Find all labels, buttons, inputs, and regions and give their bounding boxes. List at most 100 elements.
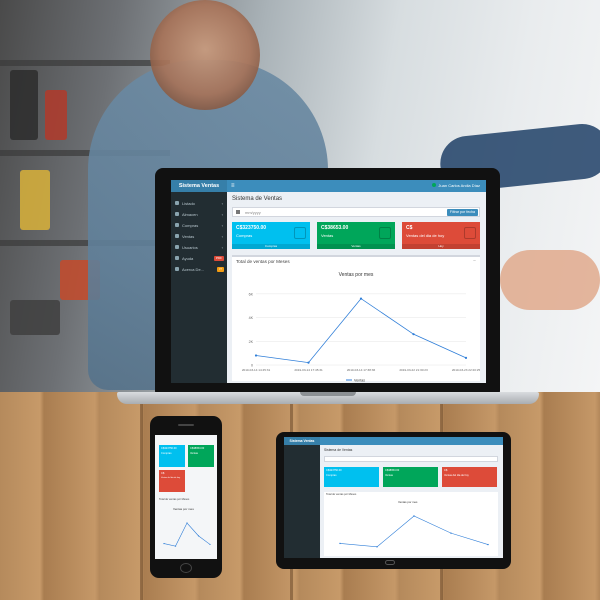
kpi-more-link[interactable]: Ventas bbox=[317, 244, 395, 249]
tablet-kpi-ventas: C$38653.00 Ventas bbox=[383, 467, 438, 487]
legend-label: Ventas bbox=[354, 379, 365, 383]
user-menu[interactable]: Juan Carlos Arcila Díaz bbox=[432, 180, 480, 192]
data-point bbox=[307, 361, 310, 364]
filter-button[interactable]: Filtrar por fecha bbox=[446, 209, 478, 216]
data-point bbox=[197, 535, 200, 537]
data-point bbox=[413, 515, 415, 517]
sidebar-item-acerca[interactable]: Acerca De... IT bbox=[171, 264, 227, 275]
sidebar-item-label: Listado bbox=[182, 201, 195, 206]
cart-icon bbox=[175, 223, 179, 227]
minimize-icon[interactable]: − bbox=[473, 258, 476, 264]
data-point bbox=[376, 546, 378, 548]
calendar-check-icon bbox=[464, 227, 476, 239]
sidebar-item-label: Ventas bbox=[182, 234, 195, 239]
kpi-compras: C$323750.00 Compras Compras bbox=[232, 222, 310, 249]
phone-speaker bbox=[178, 424, 194, 426]
sidebar-item-ayuda[interactable]: Ayuda PDF bbox=[171, 253, 227, 264]
tablet-page-title: Sistema de Ventas bbox=[324, 448, 353, 452]
tool bbox=[10, 300, 60, 335]
kpi-value: C$ bbox=[444, 469, 448, 472]
chevron-left-icon: ‹ bbox=[221, 212, 223, 217]
help-icon bbox=[175, 256, 179, 260]
customer-hand bbox=[500, 250, 600, 310]
tablet-date-bar bbox=[324, 456, 498, 462]
series-line-ventas bbox=[339, 515, 489, 548]
kpi-label: Compras bbox=[236, 233, 253, 238]
brand-logo[interactable]: Sistema Ventas bbox=[171, 180, 227, 192]
page-title: Sistema de Ventas bbox=[232, 196, 283, 202]
users-icon bbox=[175, 245, 179, 249]
kpi-value: C$ bbox=[161, 472, 165, 475]
chevron-left-icon: ‹ bbox=[221, 223, 223, 228]
top-navbar: Sistema Ventas ≡ Juan Carlos Arcila Díaz bbox=[171, 180, 486, 192]
kpi-value: C$38653.00 bbox=[321, 225, 349, 231]
menu-toggle-icon[interactable]: ≡ bbox=[231, 180, 235, 192]
x-tick-label: 2019-03-14 14:45:31 bbox=[242, 368, 271, 372]
series-line-ventas bbox=[255, 298, 467, 364]
kpi-ventas: C$38653.00 Ventas Ventas bbox=[317, 222, 395, 249]
sales-line-chart: Ventas por mes 0 2K 4K 6K 2019-03-14 14:45:31… bbox=[242, 272, 480, 383]
phone-chart-header: Total de ventas por Meses bbox=[159, 498, 190, 501]
sidebar: Listado ‹ Almacen ‹ Compras ‹ Ventas ‹ U… bbox=[171, 192, 227, 383]
kpi-label: Compras bbox=[161, 452, 172, 455]
list-icon bbox=[175, 201, 179, 205]
sidebar-item-usuarios[interactable]: Usuarios ‹ bbox=[171, 242, 227, 253]
data-point bbox=[163, 542, 165, 545]
data-point bbox=[174, 545, 177, 547]
kpi-label: Compras bbox=[326, 474, 337, 477]
shelf bbox=[0, 60, 170, 66]
date-filter-field[interactable]: mm/yyyy Filtrar por fecha bbox=[232, 207, 480, 217]
data-point bbox=[186, 522, 188, 524]
info-icon bbox=[175, 267, 179, 271]
sidebar-item-label: Compras bbox=[182, 223, 199, 228]
data-point bbox=[254, 354, 258, 357]
phone-kpi-hoy: C$ Ventas del dia de hoy bbox=[159, 470, 185, 492]
phone-home-button bbox=[180, 563, 192, 573]
kpi-ventas-hoy: C$ Ventas del dia de hoy Hoy bbox=[402, 222, 480, 249]
chevron-left-icon: ‹ bbox=[221, 234, 223, 239]
kpi-value: C$38653.00 bbox=[385, 469, 400, 472]
data-point bbox=[339, 542, 341, 545]
cart-icon bbox=[294, 227, 306, 239]
kpi-value: C$323750.00 bbox=[161, 447, 177, 450]
y-tick-label: 0 bbox=[251, 364, 253, 368]
tool bbox=[10, 70, 38, 140]
phone-kpi-compras: C$323750.00 Compras bbox=[159, 445, 185, 467]
kpi-more-link[interactable]: Hoy bbox=[402, 244, 480, 249]
y-tick-label: 2K bbox=[249, 340, 254, 344]
sidebar-item-compras[interactable]: Compras ‹ bbox=[171, 220, 227, 231]
main-content: Sistema de Ventas mm/yyyy Filtrar por fe… bbox=[227, 192, 486, 383]
it-badge: IT bbox=[217, 267, 224, 272]
chevron-left-icon: ‹ bbox=[221, 201, 223, 206]
data-point bbox=[359, 297, 363, 300]
tablet-kpi-hoy: C$ Ventas del dia de hoy bbox=[442, 467, 497, 487]
online-status-icon bbox=[432, 183, 437, 187]
sidebar-item-ventas[interactable]: Ventas ‹ bbox=[171, 231, 227, 242]
y-tick-label: 4K bbox=[249, 316, 254, 320]
kpi-more-link[interactable]: Compras bbox=[232, 244, 310, 249]
sidebar-item-listado[interactable]: Listado ‹ bbox=[171, 198, 227, 209]
sidebar-item-label: Acerca De... bbox=[182, 267, 205, 272]
tablet-kpi-compras: C$323750.00 Compras bbox=[324, 467, 379, 487]
phone-screen: C$323750.00 Compras C$38653.00 Ventas C$… bbox=[155, 435, 217, 559]
data-point bbox=[412, 333, 415, 336]
data-point bbox=[209, 543, 211, 546]
tool bbox=[20, 170, 50, 230]
data-point bbox=[464, 356, 468, 359]
x-tick-label: 2019-03-23 22:20:25 bbox=[452, 368, 480, 372]
receipt-icon bbox=[175, 234, 179, 238]
tablet-home-button bbox=[385, 560, 395, 565]
kpi-value: C$ bbox=[406, 225, 413, 231]
chart-panel: Total de ventas por Meses − Ventas por m… bbox=[232, 255, 480, 383]
sidebar-item-almacen[interactable]: Almacen ‹ bbox=[171, 209, 227, 220]
laptop-screen: Sistema Ventas ≡ Juan Carlos Arcila Díaz… bbox=[171, 180, 486, 383]
phone-kpi-ventas: C$38653.00 Ventas bbox=[188, 445, 214, 467]
phone-sales-line-chart bbox=[163, 522, 211, 547]
sidebar-item-label: Ayuda bbox=[182, 256, 194, 261]
sidebar-item-label: Almacen bbox=[182, 212, 198, 217]
data-point bbox=[487, 543, 489, 546]
data-point bbox=[450, 532, 452, 534]
date-input[interactable]: mm/yyyy bbox=[245, 209, 261, 217]
laptop-notch bbox=[300, 392, 356, 396]
tablet-brand: Sistema Ventas bbox=[284, 437, 320, 445]
